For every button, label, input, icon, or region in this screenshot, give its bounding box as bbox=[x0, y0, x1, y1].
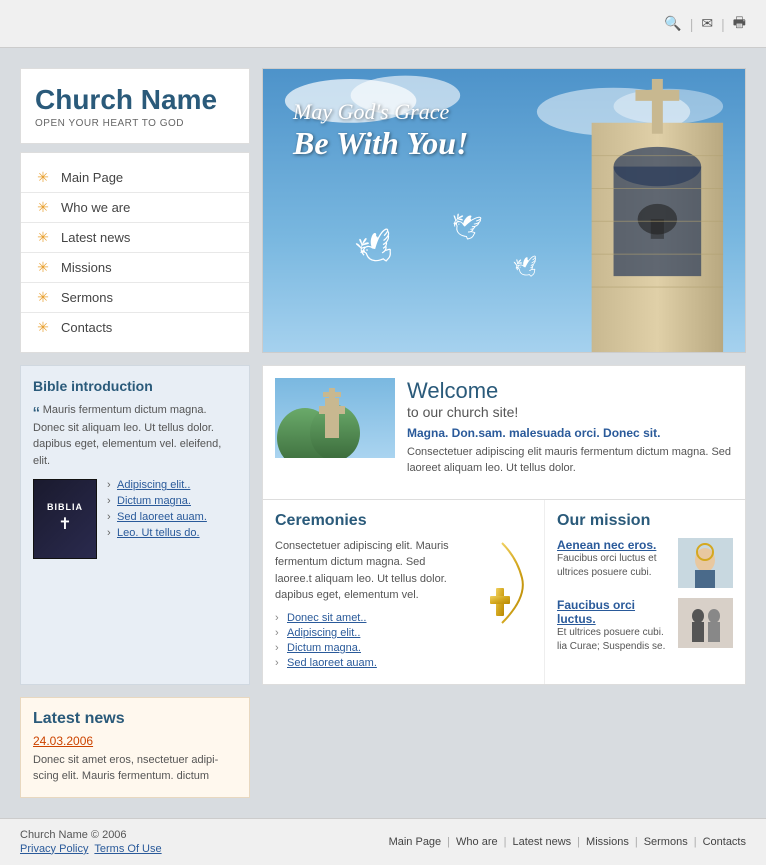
latest-news-heading: Latest news bbox=[33, 710, 237, 728]
hero-line1: May God's Grace bbox=[293, 99, 468, 125]
mission-panel: Our mission Aenean nec eros. Faucibus or… bbox=[545, 500, 745, 684]
footer-nav-main[interactable]: Main Page bbox=[389, 836, 442, 848]
footer-links: Privacy Policy Terms Of Use bbox=[20, 843, 162, 855]
nav-label-who: Who we are bbox=[61, 200, 130, 215]
welcome-bold: Magna. Don.sam. malesuada orci. Donec si… bbox=[407, 426, 733, 440]
nav-asterisk-icon-4: ✳ bbox=[35, 259, 51, 276]
mission-body-1: Faucibus orci luctus et ultrices posuere… bbox=[557, 552, 670, 580]
bible-link-3[interactable]: Sed laoreet auam. bbox=[107, 511, 207, 523]
hero-banner: 🕊 🕊 🕊 May God's Grace Be With You! bbox=[262, 68, 746, 353]
nav-asterisk-icon-6: ✳ bbox=[35, 319, 51, 336]
footer-copyright: Church Name © 2006 bbox=[20, 829, 162, 841]
nav-item-who[interactable]: ✳ Who we are bbox=[21, 193, 249, 223]
ceremony-link-4[interactable]: Sed laoreet auam. bbox=[275, 657, 532, 669]
welcome-text: Welcome to our church site! Magna. Don.s… bbox=[407, 378, 733, 477]
bible-links-list: Adipiscing elit.. Dictum magna. Sed laor… bbox=[107, 479, 207, 543]
nav-item-missions[interactable]: ✳ Missions bbox=[21, 253, 249, 283]
hero-text: May God's Grace Be With You! bbox=[293, 99, 468, 162]
nav-label-main: Main Page bbox=[61, 170, 123, 185]
nav-asterisk-icon-3: ✳ bbox=[35, 229, 51, 246]
mission-text-1: Aenean nec eros. Faucibus orci luctus et… bbox=[557, 538, 670, 580]
bible-intro-heading: Bible introduction bbox=[33, 378, 237, 394]
nav-label-news: Latest news bbox=[61, 230, 130, 245]
main-container: Church Name OPEN YOUR HEART TO GOD ✳ Mai… bbox=[0, 48, 766, 818]
bottom-panels: Ceremonies bbox=[262, 500, 746, 685]
svg-text:🕊: 🕊 bbox=[448, 212, 483, 244]
svg-text:🕊: 🕊 bbox=[512, 255, 540, 281]
nav-item-contacts[interactable]: ✳ Contacts bbox=[21, 313, 249, 342]
mission-thumb-2 bbox=[678, 598, 733, 648]
bible-book-image: BIBLIA ✝ bbox=[33, 479, 97, 559]
latest-news-panel: Latest news 24.03.2006 Donec sit amet er… bbox=[20, 697, 250, 798]
nav-asterisk-icon-5: ✳ bbox=[35, 289, 51, 306]
sidebar: Church Name OPEN YOUR HEART TO GOD ✳ Mai… bbox=[20, 68, 250, 353]
nav-label-missions: Missions bbox=[61, 260, 112, 275]
ceremony-link-3[interactable]: Dictum magna. bbox=[275, 642, 532, 654]
nav-asterisk-icon-2: ✳ bbox=[35, 199, 51, 216]
email-icon[interactable]: ✉ bbox=[701, 15, 713, 32]
terms-link[interactable]: Terms Of Use bbox=[94, 843, 161, 855]
mission-body-2: Et ultrices posuere cubi. lia Curae; Sus… bbox=[557, 626, 670, 654]
ceremonies-heading: Ceremonies bbox=[275, 512, 532, 530]
footer-nav-missions[interactable]: Missions bbox=[586, 836, 629, 848]
mission-item-1: Aenean nec eros. Faucibus orci luctus et… bbox=[557, 538, 733, 588]
welcome-panel: Welcome to our church site! Magna. Don.s… bbox=[262, 365, 746, 500]
footer-nav-sermons[interactable]: Sermons bbox=[644, 836, 688, 848]
welcome-subheading: to our church site! bbox=[407, 404, 733, 420]
site-tagline: OPEN YOUR HEART TO GOD bbox=[35, 118, 235, 129]
footer-nav-contacts[interactable]: Contacts bbox=[703, 836, 746, 848]
mission-title-1[interactable]: Aenean nec eros. bbox=[557, 538, 670, 552]
ceremony-link-1[interactable]: Donec sit amet.. bbox=[275, 612, 532, 624]
footer: Church Name © 2006 Privacy Policy Terms … bbox=[0, 818, 766, 865]
bible-link-1[interactable]: Adipiscing elit.. bbox=[107, 479, 207, 491]
ceremony-link-2[interactable]: Adipiscing elit.. bbox=[275, 627, 532, 639]
ceremony-links-list: Donec sit amet.. Adipiscing elit.. Dictu… bbox=[275, 612, 532, 669]
topbar: 🔍 | ✉ | 🖶 bbox=[0, 0, 766, 48]
news-body: Donec sit amet eros, nsectetuer adipi-sc… bbox=[33, 752, 237, 785]
lower-section: Latest news 24.03.2006 Donec sit amet er… bbox=[20, 697, 746, 798]
nav-label-contacts: Contacts bbox=[61, 320, 112, 335]
nav-label-sermons: Sermons bbox=[61, 290, 113, 305]
print-icon[interactable]: 🖶 bbox=[733, 12, 746, 36]
bible-intro-panel: Bible introduction “ Mauris fermentum di… bbox=[20, 365, 250, 685]
hero-line2: Be With You! bbox=[293, 125, 468, 162]
bible-link-4[interactable]: Leo. Ut tellus do. bbox=[107, 527, 207, 539]
footer-nav-news[interactable]: Latest news bbox=[512, 836, 571, 848]
nav-area: ✳ Main Page ✳ Who we are ✳ Latest news ✳… bbox=[20, 152, 250, 353]
footer-left: Church Name © 2006 Privacy Policy Terms … bbox=[20, 829, 162, 855]
welcome-heading: Welcome bbox=[407, 378, 733, 404]
mission-title-2[interactable]: Faucibus orci luctus. bbox=[557, 598, 670, 626]
church-thumbnail bbox=[275, 378, 395, 458]
logo-area: Church Name OPEN YOUR HEART TO GOD bbox=[20, 68, 250, 144]
footer-nav-who[interactable]: Who are bbox=[456, 836, 498, 848]
top-section: Church Name OPEN YOUR HEART TO GOD ✳ Mai… bbox=[20, 68, 746, 353]
nav-item-sermons[interactable]: ✳ Sermons bbox=[21, 283, 249, 313]
bible-quote-text: Mauris fermentum dictum magna. Donec sit… bbox=[33, 404, 221, 467]
privacy-policy-link[interactable]: Privacy Policy bbox=[20, 843, 88, 855]
middle-section: Bible introduction “ Mauris fermentum di… bbox=[20, 365, 746, 685]
nav-item-news[interactable]: ✳ Latest news bbox=[21, 223, 249, 253]
cross-icon: ✝ bbox=[58, 514, 71, 534]
bible-link-2[interactable]: Dictum magna. bbox=[107, 495, 207, 507]
mission-thumb-1 bbox=[678, 538, 733, 588]
site-name: Church Name bbox=[35, 85, 235, 116]
mission-item-2: Faucibus orci luctus. Et ultrices posuer… bbox=[557, 598, 733, 654]
welcome-top: Welcome to our church site! Magna. Don.s… bbox=[275, 378, 733, 477]
search-icon[interactable]: 🔍 bbox=[664, 15, 681, 32]
news-date[interactable]: 24.03.2006 bbox=[33, 734, 237, 748]
ceremonies-panel: Ceremonies bbox=[263, 500, 545, 684]
bible-intro-quote: “ Mauris fermentum dictum magna. Donec s… bbox=[33, 402, 237, 470]
nav-item-main[interactable]: ✳ Main Page bbox=[21, 163, 249, 193]
footer-nav: Main Page | Who are | Latest news | Miss… bbox=[389, 836, 746, 848]
nav-asterisk-icon: ✳ bbox=[35, 169, 51, 186]
mission-heading: Our mission bbox=[557, 512, 733, 530]
bible-image-area: BIBLIA ✝ Adipiscing elit.. Dictum magna.… bbox=[33, 479, 237, 559]
mission-text-2: Faucibus orci luctus. Et ultrices posuer… bbox=[557, 598, 670, 654]
welcome-body: Consectetuer adipiscing elit mauris ferm… bbox=[407, 444, 733, 477]
